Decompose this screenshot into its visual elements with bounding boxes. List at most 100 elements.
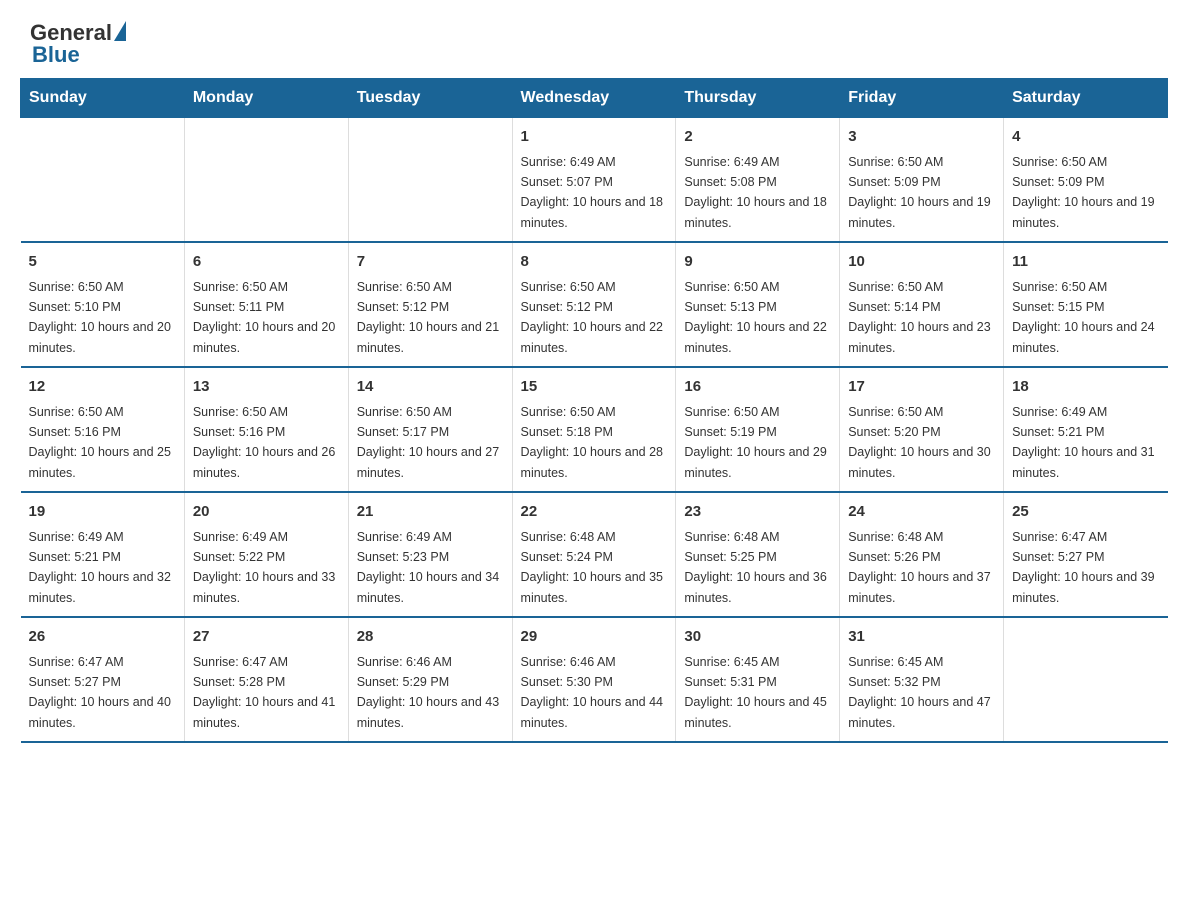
day-number: 19	[29, 501, 176, 524]
day-info: Sunrise: 6:50 AMSunset: 5:09 PMDaylight:…	[848, 155, 990, 230]
day-info: Sunrise: 6:49 AMSunset: 5:23 PMDaylight:…	[357, 530, 499, 605]
calendar-cell: 15 Sunrise: 6:50 AMSunset: 5:18 PMDaylig…	[512, 367, 676, 492]
calendar-cell: 21 Sunrise: 6:49 AMSunset: 5:23 PMDaylig…	[348, 492, 512, 617]
calendar-cell	[184, 118, 348, 243]
day-number: 13	[193, 376, 340, 399]
day-number: 27	[193, 626, 340, 649]
calendar-cell: 22 Sunrise: 6:48 AMSunset: 5:24 PMDaylig…	[512, 492, 676, 617]
day-info: Sunrise: 6:49 AMSunset: 5:07 PMDaylight:…	[521, 155, 663, 230]
day-info: Sunrise: 6:50 AMSunset: 5:12 PMDaylight:…	[521, 280, 663, 355]
calendar-cell: 26 Sunrise: 6:47 AMSunset: 5:27 PMDaylig…	[21, 617, 185, 742]
calendar-cell: 18 Sunrise: 6:49 AMSunset: 5:21 PMDaylig…	[1004, 367, 1168, 492]
calendar-container: SundayMondayTuesdayWednesdayThursdayFrid…	[0, 78, 1188, 763]
day-info: Sunrise: 6:47 AMSunset: 5:28 PMDaylight:…	[193, 655, 335, 730]
day-of-week-header: Wednesday	[512, 79, 676, 118]
calendar-body: 1 Sunrise: 6:49 AMSunset: 5:07 PMDayligh…	[21, 118, 1168, 743]
calendar-cell: 2 Sunrise: 6:49 AMSunset: 5:08 PMDayligh…	[676, 118, 840, 243]
day-info: Sunrise: 6:48 AMSunset: 5:25 PMDaylight:…	[684, 530, 826, 605]
calendar-cell: 1 Sunrise: 6:49 AMSunset: 5:07 PMDayligh…	[512, 118, 676, 243]
calendar-cell: 11 Sunrise: 6:50 AMSunset: 5:15 PMDaylig…	[1004, 242, 1168, 367]
days-of-week-row: SundayMondayTuesdayWednesdayThursdayFrid…	[21, 79, 1168, 118]
logo-triangle-icon	[114, 21, 126, 41]
calendar-cell: 19 Sunrise: 6:49 AMSunset: 5:21 PMDaylig…	[21, 492, 185, 617]
day-number: 12	[29, 376, 176, 399]
day-number: 11	[1012, 251, 1159, 274]
day-info: Sunrise: 6:50 AMSunset: 5:17 PMDaylight:…	[357, 405, 499, 480]
calendar-week-row: 1 Sunrise: 6:49 AMSunset: 5:07 PMDayligh…	[21, 118, 1168, 243]
day-number: 26	[29, 626, 176, 649]
day-info: Sunrise: 6:50 AMSunset: 5:09 PMDaylight:…	[1012, 155, 1154, 230]
day-number: 20	[193, 501, 340, 524]
day-number: 25	[1012, 501, 1159, 524]
day-info: Sunrise: 6:49 AMSunset: 5:08 PMDaylight:…	[684, 155, 826, 230]
calendar-week-row: 26 Sunrise: 6:47 AMSunset: 5:27 PMDaylig…	[21, 617, 1168, 742]
day-number: 24	[848, 501, 995, 524]
day-info: Sunrise: 6:48 AMSunset: 5:24 PMDaylight:…	[521, 530, 663, 605]
calendar-cell: 12 Sunrise: 6:50 AMSunset: 5:16 PMDaylig…	[21, 367, 185, 492]
day-info: Sunrise: 6:49 AMSunset: 5:21 PMDaylight:…	[29, 530, 171, 605]
day-info: Sunrise: 6:50 AMSunset: 5:10 PMDaylight:…	[29, 280, 171, 355]
calendar-cell: 30 Sunrise: 6:45 AMSunset: 5:31 PMDaylig…	[676, 617, 840, 742]
calendar-cell: 24 Sunrise: 6:48 AMSunset: 5:26 PMDaylig…	[840, 492, 1004, 617]
day-info: Sunrise: 6:50 AMSunset: 5:16 PMDaylight:…	[193, 405, 335, 480]
day-number: 15	[521, 376, 668, 399]
calendar-cell: 3 Sunrise: 6:50 AMSunset: 5:09 PMDayligh…	[840, 118, 1004, 243]
day-info: Sunrise: 6:50 AMSunset: 5:11 PMDaylight:…	[193, 280, 335, 355]
calendar-cell: 5 Sunrise: 6:50 AMSunset: 5:10 PMDayligh…	[21, 242, 185, 367]
calendar-cell: 14 Sunrise: 6:50 AMSunset: 5:17 PMDaylig…	[348, 367, 512, 492]
calendar-week-row: 12 Sunrise: 6:50 AMSunset: 5:16 PMDaylig…	[21, 367, 1168, 492]
calendar-cell: 25 Sunrise: 6:47 AMSunset: 5:27 PMDaylig…	[1004, 492, 1168, 617]
day-of-week-header: Tuesday	[348, 79, 512, 118]
calendar-cell: 8 Sunrise: 6:50 AMSunset: 5:12 PMDayligh…	[512, 242, 676, 367]
day-number: 4	[1012, 126, 1159, 149]
calendar-cell: 7 Sunrise: 6:50 AMSunset: 5:12 PMDayligh…	[348, 242, 512, 367]
day-info: Sunrise: 6:45 AMSunset: 5:31 PMDaylight:…	[684, 655, 826, 730]
day-of-week-header: Sunday	[21, 79, 185, 118]
day-number: 6	[193, 251, 340, 274]
day-info: Sunrise: 6:45 AMSunset: 5:32 PMDaylight:…	[848, 655, 990, 730]
day-of-week-header: Friday	[840, 79, 1004, 118]
day-info: Sunrise: 6:46 AMSunset: 5:30 PMDaylight:…	[521, 655, 663, 730]
calendar-cell	[348, 118, 512, 243]
day-info: Sunrise: 6:48 AMSunset: 5:26 PMDaylight:…	[848, 530, 990, 605]
day-info: Sunrise: 6:49 AMSunset: 5:21 PMDaylight:…	[1012, 405, 1154, 480]
logo: General Blue	[30, 20, 126, 68]
page-header: General Blue	[0, 0, 1188, 78]
calendar-table: SundayMondayTuesdayWednesdayThursdayFrid…	[20, 78, 1168, 743]
day-info: Sunrise: 6:50 AMSunset: 5:16 PMDaylight:…	[29, 405, 171, 480]
calendar-cell: 29 Sunrise: 6:46 AMSunset: 5:30 PMDaylig…	[512, 617, 676, 742]
day-info: Sunrise: 6:50 AMSunset: 5:14 PMDaylight:…	[848, 280, 990, 355]
day-number: 8	[521, 251, 668, 274]
day-info: Sunrise: 6:50 AMSunset: 5:18 PMDaylight:…	[521, 405, 663, 480]
calendar-header: SundayMondayTuesdayWednesdayThursdayFrid…	[21, 79, 1168, 118]
day-info: Sunrise: 6:50 AMSunset: 5:13 PMDaylight:…	[684, 280, 826, 355]
day-number: 3	[848, 126, 995, 149]
calendar-week-row: 5 Sunrise: 6:50 AMSunset: 5:10 PMDayligh…	[21, 242, 1168, 367]
day-info: Sunrise: 6:50 AMSunset: 5:20 PMDaylight:…	[848, 405, 990, 480]
day-number: 18	[1012, 376, 1159, 399]
day-number: 17	[848, 376, 995, 399]
day-number: 16	[684, 376, 831, 399]
day-info: Sunrise: 6:49 AMSunset: 5:22 PMDaylight:…	[193, 530, 335, 605]
day-info: Sunrise: 6:50 AMSunset: 5:19 PMDaylight:…	[684, 405, 826, 480]
day-of-week-header: Monday	[184, 79, 348, 118]
day-of-week-header: Thursday	[676, 79, 840, 118]
day-number: 23	[684, 501, 831, 524]
day-number: 14	[357, 376, 504, 399]
calendar-cell: 10 Sunrise: 6:50 AMSunset: 5:14 PMDaylig…	[840, 242, 1004, 367]
calendar-cell: 31 Sunrise: 6:45 AMSunset: 5:32 PMDaylig…	[840, 617, 1004, 742]
calendar-cell: 28 Sunrise: 6:46 AMSunset: 5:29 PMDaylig…	[348, 617, 512, 742]
day-info: Sunrise: 6:50 AMSunset: 5:12 PMDaylight:…	[357, 280, 499, 355]
day-number: 10	[848, 251, 995, 274]
day-number: 28	[357, 626, 504, 649]
calendar-cell: 27 Sunrise: 6:47 AMSunset: 5:28 PMDaylig…	[184, 617, 348, 742]
calendar-cell: 23 Sunrise: 6:48 AMSunset: 5:25 PMDaylig…	[676, 492, 840, 617]
calendar-cell: 13 Sunrise: 6:50 AMSunset: 5:16 PMDaylig…	[184, 367, 348, 492]
day-number: 29	[521, 626, 668, 649]
day-number: 31	[848, 626, 995, 649]
day-number: 21	[357, 501, 504, 524]
day-number: 1	[521, 126, 668, 149]
calendar-cell: 4 Sunrise: 6:50 AMSunset: 5:09 PMDayligh…	[1004, 118, 1168, 243]
day-info: Sunrise: 6:47 AMSunset: 5:27 PMDaylight:…	[29, 655, 171, 730]
logo-blue-text: Blue	[30, 42, 80, 68]
